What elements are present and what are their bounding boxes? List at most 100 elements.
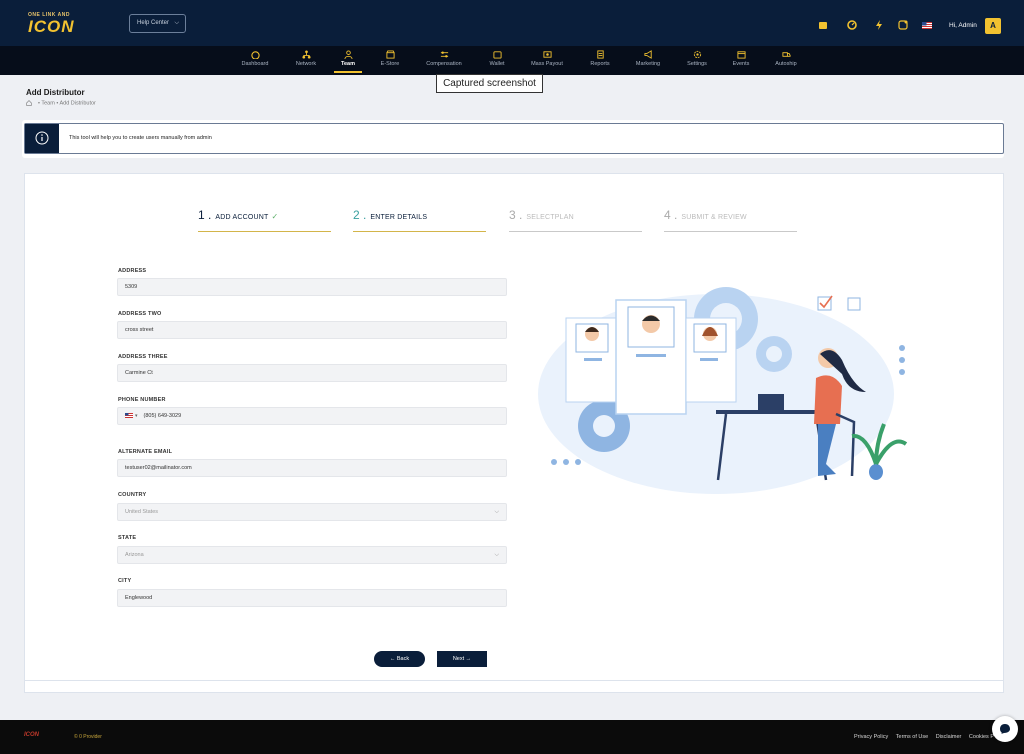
step-enter-details[interactable]: 2 . ENTER DETAILS xyxy=(353,206,486,232)
city-label: CITY xyxy=(118,578,132,584)
next-button[interactable]: Next → xyxy=(437,651,487,667)
phone-label: PHONE NUMBER xyxy=(118,397,166,403)
notification-icon[interactable] xyxy=(898,20,908,30)
chat-icon xyxy=(1000,724,1010,734)
step-select-plan[interactable]: 3 . SELECTPLAN xyxy=(509,206,642,232)
nav-label: Reports xyxy=(590,61,610,67)
gauge-icon[interactable] xyxy=(847,20,857,30)
network-icon xyxy=(301,50,311,59)
city-field[interactable]: Englewood xyxy=(117,589,507,607)
footer-links: Privacy Policy Terms of Use Disclaimer C… xyxy=(848,734,994,740)
state-label: STATE xyxy=(118,535,137,541)
nav-label: Dashboard xyxy=(241,61,269,67)
step-number: 2 . xyxy=(353,208,367,222)
dashboard-icon xyxy=(250,51,260,59)
payout-icon xyxy=(542,51,552,58)
cart-icon[interactable] xyxy=(818,20,828,30)
report-icon xyxy=(596,50,604,59)
nav-label: E-Store xyxy=(380,61,400,67)
sliders-icon xyxy=(440,51,448,58)
nav-item-compensation[interactable]: Compensation xyxy=(420,46,468,75)
privacy-policy-link[interactable]: Privacy Policy xyxy=(854,734,888,740)
step-number: 4 . xyxy=(664,208,678,222)
cookies-policy-link[interactable]: Cookies P xyxy=(969,734,994,740)
nav-label: Mass Payout xyxy=(531,61,563,67)
address-three-field[interactable]: Carmine Ct xyxy=(117,364,507,382)
home-icon[interactable] xyxy=(26,100,32,106)
step-label: SUBMIT & REVIEW xyxy=(681,214,747,221)
us-flag-icon[interactable] xyxy=(125,413,133,419)
footer-copyright: © 0 Provider xyxy=(74,734,102,740)
nav-label: Compensation xyxy=(426,61,462,67)
nav-item-reports[interactable]: Reports xyxy=(585,46,615,75)
state-value: Arizona xyxy=(125,552,144,558)
logo-text: ICON xyxy=(28,17,75,36)
nav-label: Wallet xyxy=(489,61,505,67)
nav-item-team[interactable]: Team xyxy=(334,46,362,75)
truck-icon xyxy=(781,52,791,57)
step-label: SELECTPLAN xyxy=(526,214,574,221)
address-field[interactable]: 5309 xyxy=(117,278,507,296)
nav-item-events[interactable]: Events xyxy=(729,46,753,75)
breadcrumb-text: • Team • Add Distributor xyxy=(38,100,96,107)
alternate-email-label: ALTERNATE EMAIL xyxy=(118,449,173,455)
top-header: ONE LINK AND ICON Help Center ⌵ Hi, Admi… xyxy=(0,0,1024,46)
check-icon: ✓ xyxy=(271,212,279,221)
team-icon xyxy=(343,50,353,59)
avatar[interactable]: A xyxy=(985,18,1001,34)
footer-logo[interactable]: ICON xyxy=(24,732,39,738)
chevron-down-icon[interactable]: ▾ xyxy=(135,413,138,419)
breadcrumb: • Team • Add Distributor xyxy=(26,100,96,106)
nav-item-marketing[interactable]: Marketing xyxy=(631,46,665,75)
info-icon-box xyxy=(25,124,59,153)
disclaimer-link[interactable]: Disclaimer xyxy=(936,734,962,740)
nav-item-network[interactable]: Network xyxy=(289,46,323,75)
alternate-email-field[interactable]: testuser02@mailinator.com xyxy=(117,459,507,477)
nav-label: Network xyxy=(295,61,317,67)
step-label: ADD ACCOUNT xyxy=(215,214,269,221)
back-button[interactable]: ← Back xyxy=(374,651,425,667)
megaphone-icon xyxy=(643,50,652,59)
nav-item-autoship[interactable]: Autoship xyxy=(771,46,801,75)
lightning-icon[interactable] xyxy=(874,20,884,30)
info-icon xyxy=(35,131,49,145)
country-select[interactable]: United States ⌵ xyxy=(117,503,507,521)
terms-of-use-link[interactable]: Terms of Use xyxy=(896,734,928,740)
state-select[interactable]: Arizona ⌵ xyxy=(117,546,507,564)
page-title: Add Distributor xyxy=(26,88,85,97)
nav-label: Events xyxy=(732,61,750,67)
footer: ICON © 0 Provider Privacy Policy Terms o… xyxy=(0,720,1024,754)
help-center-dropdown[interactable]: Help Center ⌵ xyxy=(129,14,186,33)
step-number: 1 . xyxy=(198,208,212,222)
nav-label: Autoship xyxy=(775,61,797,67)
address-two-field[interactable]: cross street xyxy=(117,321,507,339)
nav-item-estore[interactable]: E-Store xyxy=(375,46,405,75)
phone-value: (805) 649-3029 xyxy=(143,413,182,419)
greeting-text: Hi, Admin xyxy=(949,22,977,29)
help-center-label: Help Center xyxy=(137,20,170,26)
info-text: This tool will help you to create users … xyxy=(69,135,212,141)
brand-logo[interactable]: ONE LINK AND ICON xyxy=(28,12,84,36)
nav-item-dashboard[interactable]: Dashboard xyxy=(234,46,276,75)
nav-label: Marketing xyxy=(635,61,661,67)
us-flag-icon[interactable] xyxy=(922,20,932,30)
nav-item-settings[interactable]: Settings xyxy=(682,46,712,75)
nav-item-mass-payout[interactable]: Mass Payout xyxy=(526,46,568,75)
chat-widget-button[interactable] xyxy=(992,716,1018,742)
wallet-icon xyxy=(492,51,502,59)
address-three-label: ADDRESS THREE xyxy=(118,354,168,360)
chevron-down-icon: ⌵ xyxy=(494,509,499,515)
step-number: 3 . xyxy=(509,208,523,222)
step-add-account[interactable]: 1 . ADD ACCOUNT ✓ xyxy=(198,206,331,232)
calendar-icon xyxy=(736,51,746,59)
nav-label: Settings xyxy=(687,61,707,67)
step-submit-review[interactable]: 4 . SUBMIT & REVIEW xyxy=(664,206,797,232)
gear-icon xyxy=(693,50,701,59)
chevron-down-icon: ⌵ xyxy=(174,20,179,26)
phone-field[interactable]: ▾ (805) 649-3029 xyxy=(117,407,507,425)
step-label: ENTER DETAILS xyxy=(370,214,428,221)
nav-label: Team xyxy=(341,61,355,67)
profile-selection-illustration xyxy=(538,287,908,494)
nav-item-wallet[interactable]: Wallet xyxy=(484,46,510,75)
tooltip: Captured screenshot xyxy=(436,74,543,93)
